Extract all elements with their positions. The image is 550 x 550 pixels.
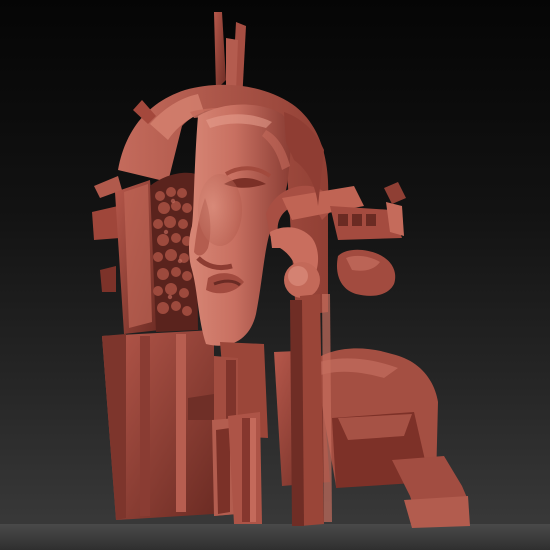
sculpture-render: [92, 12, 470, 528]
lower-panels: [212, 412, 262, 524]
sculpt-viewport: [0, 0, 550, 550]
